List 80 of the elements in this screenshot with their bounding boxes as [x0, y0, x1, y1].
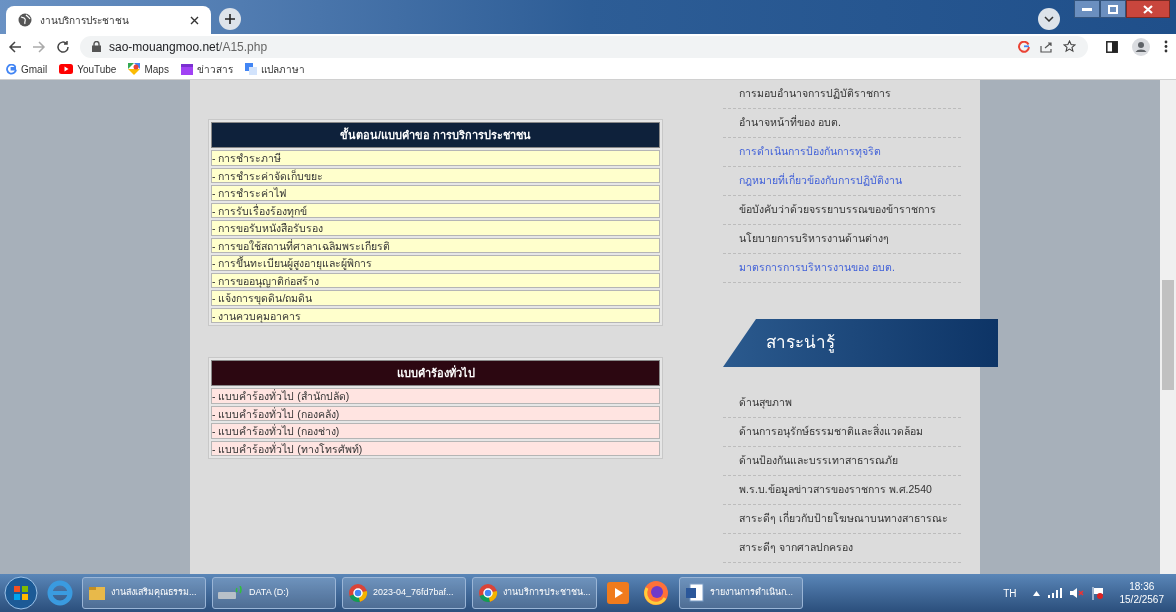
tab-search-button[interactable]	[1038, 8, 1060, 30]
media-player-icon[interactable]	[606, 582, 629, 604]
scrollbar[interactable]	[1160, 80, 1176, 574]
sidebar-link[interactable]: กฎหมายที่เกี่ยวข้องกับการปฏิบัติงาน	[723, 167, 961, 196]
table-row-link[interactable]: - การขออนุญาติก่อสร้าง	[211, 272, 660, 288]
table-row-link[interactable]: - งานควบคุมอาคาร	[211, 307, 660, 323]
restore-icon	[1108, 4, 1118, 14]
sidebar-link[interactable]: ข้อบังคับว่าด้วยจรรยาบรรณของข้าราชการ	[723, 196, 961, 225]
table-row-link[interactable]: - การรับเรื่องร้องทุกข์	[211, 202, 660, 218]
star-icon[interactable]	[1063, 40, 1076, 53]
reload-icon[interactable]	[56, 39, 70, 54]
table-row-link[interactable]: - แจ้งการขุดดิน/ถมดิน	[211, 290, 660, 306]
menu-icon[interactable]	[1164, 40, 1168, 53]
sidebar-link[interactable]: พ.ร.บ.ข้อมูลข่าวสารของราชการ พ.ศ.2540	[723, 476, 961, 505]
table-row-link[interactable]: - แบบคำร้องทั่วไป (กองช่าง)	[211, 423, 660, 439]
table-row-link[interactable]: - แบบคำร้องทั่วไป (สำนักปลัด)	[211, 388, 660, 404]
restore-button[interactable]	[1100, 0, 1126, 18]
table-row-link[interactable]: - แบบคำร้องทั่วไป (ทางโทรศัพท์)	[211, 440, 660, 456]
g-icon	[6, 63, 17, 75]
muted-speaker-icon[interactable]	[1069, 587, 1084, 599]
document-icon	[684, 583, 705, 603]
table-row-link[interactable]: - การขึ้นทะเบียนผู้สูงอายุและผู้พิการ	[211, 255, 660, 271]
table-row-link[interactable]: - การขอใช้สถานที่ศาลาเฉลิมพระเกียรติ	[211, 237, 660, 253]
sidebar-link[interactable]: อำนาจหน้าที่ของ อบต.	[723, 109, 961, 138]
bookmark-link[interactable]: แปลภาษา	[244, 61, 305, 77]
folder-icon	[88, 584, 106, 602]
sidebar-link[interactable]: มาตรการการบริหารงานของ อบต.	[723, 254, 961, 283]
globe-icon	[18, 13, 32, 27]
usb-drive-icon	[218, 586, 244, 600]
close-button[interactable]	[1126, 0, 1170, 18]
table-row-link[interactable]: - การชำระค่าจัดเก็บขยะ	[211, 167, 660, 183]
profile-icon[interactable]	[1132, 37, 1150, 56]
close-icon[interactable]	[190, 15, 199, 25]
taskbar-button[interactable]: DATA (D:)	[212, 577, 336, 609]
bookmark-link[interactable]: Maps	[128, 61, 169, 77]
bookmark-link[interactable]: YouTube	[59, 61, 117, 77]
table-header: แบบคำร้องทั่วไป	[211, 360, 660, 386]
table-row-link[interactable]: - การชำระภาษี	[211, 150, 660, 166]
clock-date[interactable]: 15/2/2567	[1119, 593, 1164, 606]
address-bar[interactable]: sao-mouangmoo.net/A15.php	[80, 35, 1088, 58]
taskbar-button[interactable]: รายงานการดำเนินก...	[678, 577, 803, 609]
clock-time[interactable]: 18:36	[1129, 580, 1155, 593]
flag-icon[interactable]	[1091, 586, 1104, 600]
minimize-button[interactable]	[1074, 0, 1100, 18]
sidebar-link[interactable]: การดำเนินการป้องกันการทุจริต	[723, 138, 961, 167]
taskbar-button[interactable]: 2023-04_76fd7baf...	[342, 577, 466, 609]
minimize-icon	[1082, 7, 1092, 11]
back-icon[interactable]	[8, 39, 22, 54]
chrome-icon	[478, 583, 498, 603]
side-panel-icon[interactable]	[1106, 40, 1118, 53]
taskbar-button[interactable]: งานส่งเสริมคุณธรรม...	[82, 577, 206, 609]
close-icon	[1143, 4, 1153, 14]
language-indicator[interactable]: TH	[1003, 585, 1017, 601]
table-row-link[interactable]: - การขอรับหนังสือรับรอง	[211, 220, 660, 236]
sidebar-link[interactable]: นโยบายการบริหารงานด้านต่างๆ	[723, 225, 961, 254]
sidebar-link[interactable]: ด้านป้องกันและบรรเทาสาธารณภัย	[723, 447, 961, 476]
table-row-link[interactable]: - การชำระค่าไฟ	[211, 185, 660, 201]
browser-tab[interactable]: งานบริการประชาชน	[6, 6, 211, 34]
sidebar-link[interactable]: การมอบอำนาจการปฏิบัติราชการ	[723, 80, 961, 109]
table-row-link[interactable]: - แบบคำร้องทั่วไป (กองคลัง)	[211, 405, 660, 421]
bookmark-link[interactable]: ข่าวสาร	[180, 61, 233, 77]
chrome-icon	[348, 583, 368, 603]
sidebar-link[interactable]: สาระดีๆ จากศาลปกครอง	[723, 534, 961, 563]
sidebar-link[interactable]: ด้านสุขภาพ	[723, 389, 961, 418]
chevron-down-icon	[1044, 16, 1054, 22]
play-icon	[59, 64, 74, 74]
table-header: ขั้นตอน/แบบคำขอ การบริการประชาชน	[211, 122, 660, 148]
up-arrow-icon[interactable]	[1032, 590, 1040, 596]
sidebar-link[interactable]: สาระดีๆ เกี่ยวกับป้ายโฆษณาบนทางสาธารณะ	[723, 505, 961, 534]
start-icon[interactable]	[4, 576, 38, 610]
new-tab-button[interactable]	[219, 8, 241, 30]
bookmark-link[interactable]: Gmail	[6, 61, 48, 77]
share-icon[interactable]	[1040, 40, 1053, 53]
lock-icon	[92, 41, 101, 52]
section-title: สาระน่ารู้	[766, 332, 835, 355]
url-text: sao-mouangmoo.net/A15.php	[109, 38, 268, 56]
sidebar-link[interactable]: ด้านการอนุรักษ์ธรรมชาติและสิ่งแวดล้อม	[723, 418, 961, 447]
taskbar-button[interactable]: งานบริการประชาชน...	[472, 577, 597, 609]
signal-icon[interactable]	[1047, 588, 1062, 598]
plus-icon	[224, 13, 236, 25]
